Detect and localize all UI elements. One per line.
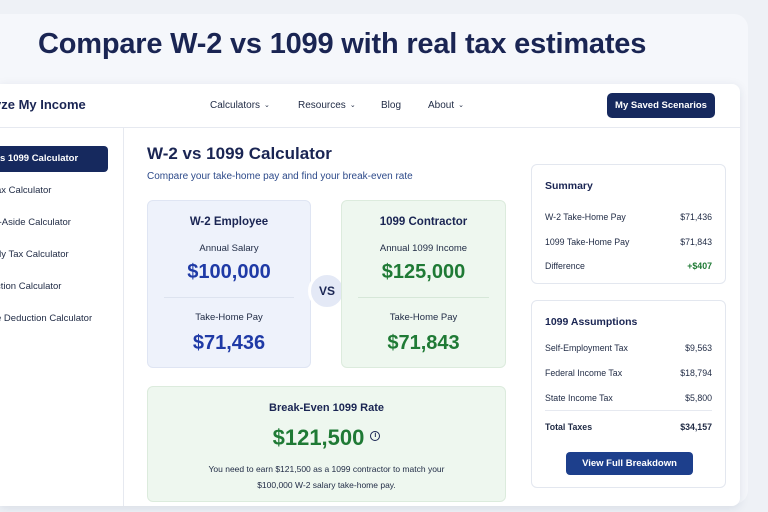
w2-takehome-value: $71,436	[192, 332, 266, 354]
w2-employee-card: W-2 Employee Annual Salary $100,000 Take…	[147, 200, 311, 368]
nav-blog[interactable]: Blog	[381, 100, 401, 111]
nav-about-label: About	[428, 100, 455, 111]
my-saved-scenarios-button[interactable]: My Saved Scenarios	[607, 93, 715, 118]
top-navigation: yze My Income Calculators ⌄ Resources ⌄ Bl…	[0, 84, 740, 128]
row-label: Self-Employment Tax	[545, 343, 628, 353]
calculator-subtitle: Compare your take-home pay and find your…	[147, 171, 413, 182]
break-even-value: $121,500	[272, 425, 365, 450]
summary-title: Summary	[545, 180, 593, 192]
row-value: $34,157	[680, 422, 712, 432]
sidebar-item-quarterly-tax-calculator[interactable]: rly Tax Calculator	[0, 249, 69, 260]
view-full-breakdown-button[interactable]: View Full Breakdown	[566, 452, 693, 475]
break-even-note-line-2: $100,000 W-2 salary take-home pay.	[257, 480, 396, 490]
row-value: $9,563	[685, 343, 712, 353]
row-label: 1099 Take-Home Pay	[545, 237, 630, 247]
annual-1099-income-label: Annual 1099 Income	[379, 243, 468, 254]
row-label: State Income Tax	[545, 393, 613, 403]
nav-calculators-label: Calculators	[210, 100, 261, 111]
row-label: W-2 Take-Home Pay	[545, 212, 626, 222]
annual-1099-income-value[interactable]: $125,000	[342, 261, 505, 284]
break-even-note-line-1: You need to earn $121,500 as a 1099 cont…	[208, 464, 445, 474]
sidebar-item-set-aside-calculator[interactable]: t-Aside Calculator	[0, 217, 71, 228]
nav-resources[interactable]: Resources ⌄	[298, 100, 356, 111]
annual-salary-label: Annual Salary	[199, 243, 259, 254]
page-headline: Compare W-2 vs 1099 with real tax estima…	[38, 28, 647, 60]
nav-about[interactable]: About ⌄	[428, 100, 464, 111]
assumption-row-self-employment-tax: Self-Employment Tax $9,563	[545, 343, 712, 353]
sidebar: s 1099 Calculator ax Calculator t-Aside …	[0, 128, 124, 506]
assumptions-title: 1099 Assumptions	[545, 316, 638, 328]
divider	[164, 297, 294, 298]
w2-takehome-label: Take-Home Pay	[195, 312, 263, 323]
row-value: $18,794	[680, 368, 712, 378]
info-icon[interactable]: i	[370, 431, 381, 442]
row-value: $71,436	[680, 212, 712, 222]
break-even-card: Break-Even 1099 Rate $121,500 i You need …	[147, 386, 506, 502]
chevron-down-icon: ⌄	[349, 102, 356, 109]
w2-card-title: W-2 Employee	[189, 216, 269, 228]
brand-logo-text[interactable]: yze My Income	[0, 97, 86, 112]
break-even-note: You need to earn $121,500 as a 1099 cont…	[178, 461, 475, 493]
summary-row-difference: Difference +$407	[545, 261, 712, 271]
sidebar-item-deduction-calculator[interactable]: ction Calculator	[0, 281, 61, 292]
row-label: Difference	[545, 261, 585, 271]
summary-row-1099-takehome: 1099 Take-Home Pay $71,843	[545, 237, 712, 247]
sidebar-item-home-deduction-calculator[interactable]: e Deduction Calculator	[0, 313, 92, 324]
divider	[545, 410, 712, 411]
nav-resources-label: Resources	[298, 100, 346, 111]
row-label: Total Taxes	[545, 422, 593, 432]
summary-row-w2-takehome: W-2 Take-Home Pay $71,436	[545, 212, 712, 222]
break-even-value-row: $121,500 i	[148, 425, 505, 451]
assumptions-panel: 1099 Assumptions Self-Employment Tax $9,…	[531, 300, 726, 488]
divider	[358, 297, 489, 298]
1099-takehome-label: Take-Home Pay	[389, 312, 458, 323]
nav-blog-label: Blog	[381, 100, 402, 111]
annual-salary-value[interactable]: $100,000	[148, 261, 310, 284]
sidebar-item-1099-calculator[interactable]: s 1099 Calculator	[0, 146, 108, 172]
sidebar-item-tax-calculator[interactable]: ax Calculator	[0, 185, 51, 196]
1099-card-title: 1099 Contractor	[379, 216, 468, 228]
nav-calculators[interactable]: Calculators ⌄	[210, 100, 270, 111]
chevron-down-icon: ⌄	[458, 102, 465, 109]
assumption-row-state-income-tax: State Income Tax $5,800	[545, 393, 712, 403]
1099-contractor-card: 1099 Contractor Annual 1099 Income $125,…	[341, 200, 506, 368]
assumption-row-total-taxes: Total Taxes $34,157	[545, 422, 712, 432]
assumption-row-federal-income-tax: Federal Income Tax $18,794	[545, 368, 712, 378]
1099-takehome-value: $71,843	[387, 332, 460, 354]
break-even-title: Break-Even 1099 Rate	[269, 402, 384, 414]
calculator-title: W-2 vs 1099 Calculator	[147, 144, 332, 163]
app-window: yze My Income Calculators ⌄ Resources ⌄ Bl…	[0, 84, 740, 506]
summary-panel: Summary W-2 Take-Home Pay $71,436 1099 T…	[531, 164, 726, 284]
row-value: $71,843	[680, 237, 712, 247]
chevron-down-icon: ⌄	[264, 102, 270, 109]
difference-value: +$407	[687, 261, 712, 271]
row-label: Federal Income Tax	[545, 368, 623, 378]
row-value: $5,800	[685, 393, 712, 403]
